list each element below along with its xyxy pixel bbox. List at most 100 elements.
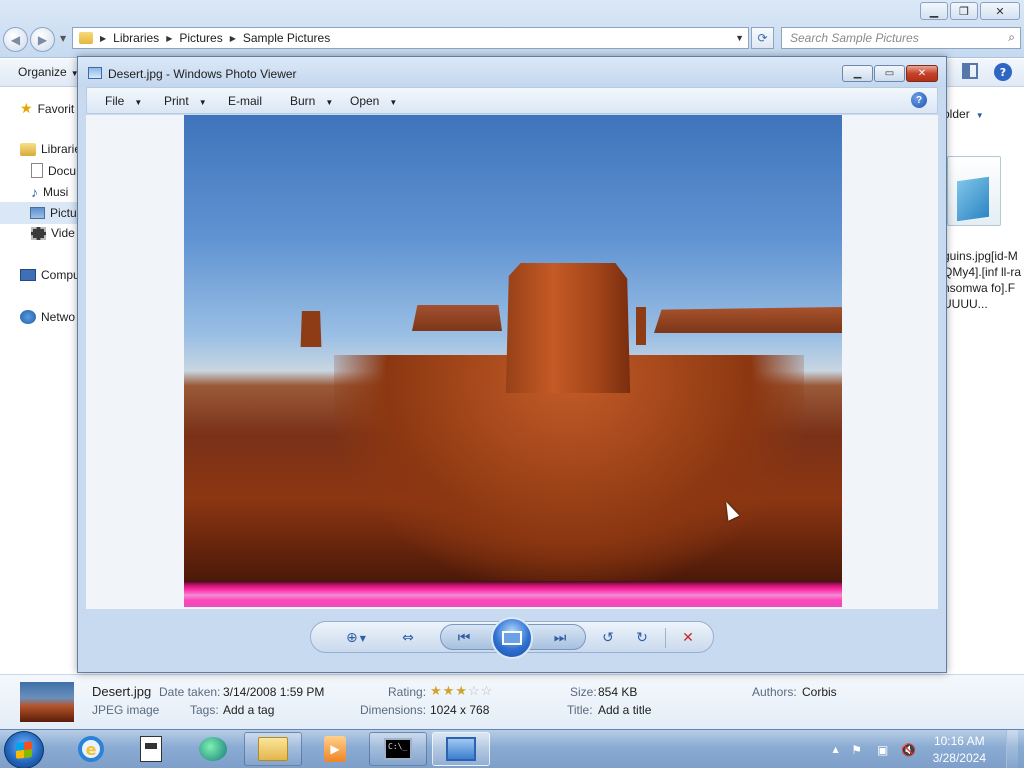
chevron-right-icon[interactable]: ▶ — [166, 34, 172, 43]
authors-value[interactable]: Corbis — [802, 685, 837, 699]
volume-muted-icon[interactable]: 🔇 — [901, 743, 917, 757]
nav-item-pictures[interactable]: Pictu — [0, 202, 80, 224]
nav-item-libraries[interactable]: Librarie — [20, 142, 81, 156]
zoom-icon[interactable]: ⊕ ▼ — [339, 628, 373, 648]
menu-open[interactable]: Open ▼ — [350, 94, 397, 108]
nav-item-computer[interactable]: Compu — [20, 268, 80, 282]
maximize-button[interactable]: ❐ — [950, 2, 978, 20]
back-button[interactable]: ◀ — [3, 27, 28, 52]
address-dropdown-icon[interactable]: ▼ — [735, 33, 744, 43]
documents-icon — [31, 163, 43, 178]
previous-icon[interactable]: ⏮ — [453, 628, 475, 648]
navigation-pane: ★ Favorit Librarie Docu ♪ Musi Pictu Vid… — [0, 88, 81, 674]
nav-item-music[interactable]: ♪ Musi — [31, 184, 68, 200]
photo-viewer-icon — [88, 67, 102, 79]
organize-menu[interactable]: Organize ▼ — [18, 65, 79, 79]
minimize-button[interactable]: ▁ — [920, 2, 948, 20]
breadcrumb-sample-pictures[interactable]: Sample Pictures — [243, 31, 330, 45]
chevron-right-icon[interactable]: ▶ — [230, 34, 236, 43]
preview-pane-icon[interactable] — [962, 63, 978, 79]
slideshow-icon[interactable] — [491, 617, 533, 659]
help-icon[interactable]: ? — [994, 63, 1012, 81]
nav-label: Pictu — [50, 206, 77, 220]
next-icon[interactable]: ⏭ — [549, 628, 571, 648]
close-button[interactable]: ✕ — [980, 2, 1020, 20]
taskbar-photo-viewer[interactable] — [432, 732, 490, 766]
rating-stars[interactable]: ★★★☆☆ — [430, 683, 493, 699]
search-input[interactable]: Search Sample Pictures ⌕ — [781, 27, 1021, 49]
action-center-flag-icon[interactable]: ⚑ — [849, 743, 865, 757]
close-button[interactable]: ✕ — [906, 65, 938, 82]
size-label: Size: — [570, 685, 597, 699]
menu-label: Print — [164, 94, 189, 108]
taskbar-media-center[interactable] — [184, 732, 242, 766]
forward-button[interactable]: ▶ — [30, 27, 55, 52]
dimensions-label: Dimensions: — [360, 703, 427, 717]
network-icon — [20, 310, 36, 324]
nav-item-documents[interactable]: Docu — [31, 163, 76, 178]
address-bar[interactable]: ▶ Libraries ▶ Pictures ▶ Sample Pictures… — [72, 27, 749, 49]
menu-print[interactable]: Print ▼ — [164, 94, 207, 108]
title-value[interactable]: Add a title — [598, 703, 651, 717]
help-icon[interactable]: ? — [911, 92, 927, 108]
star-icon[interactable]: ★ — [430, 683, 443, 698]
rotate-right-icon[interactable]: ↻ — [631, 628, 653, 648]
nav-item-videos[interactable]: Vide — [31, 226, 75, 240]
nav-item-network[interactable]: Netwo — [20, 310, 75, 324]
network-tray-icon[interactable]: ▣ — [875, 743, 891, 757]
music-icon: ♪ — [31, 184, 38, 200]
taskbar-media-player[interactable]: ▶ — [306, 732, 364, 766]
windows-logo-icon — [16, 741, 32, 759]
maximize-button[interactable]: ▭ — [874, 65, 905, 82]
taskbar-command-prompt[interactable]: C:\_ — [369, 732, 427, 766]
taskbar-explorer[interactable] — [244, 732, 302, 766]
breadcrumb-libraries[interactable]: Libraries — [113, 31, 159, 45]
breadcrumb-pictures[interactable]: Pictures — [179, 31, 222, 45]
file-name-label[interactable]: guins.jpg[id-MQMy4].[inf ll-ransomwa fo]… — [943, 248, 1023, 312]
show-desktop-button[interactable] — [1006, 730, 1018, 768]
date-taken-value[interactable]: 3/14/2008 1:59 PM — [223, 685, 324, 699]
taskbar: e ▶ C:\_ ▲ ⚑ ▣ 🔇 10:16 AM 3/28/2024 — [0, 729, 1024, 768]
cmd-text: C:\_ — [388, 742, 408, 751]
chevron-down-icon: ▼ — [325, 98, 334, 107]
photo-butte-left — [300, 311, 322, 347]
photo-viewer-titlebar[interactable]: Desert.jpg - Windows Photo Viewer ▁ ▭ ✕ — [78, 57, 946, 87]
clock[interactable]: 10:16 AM 3/28/2024 — [933, 733, 986, 767]
size-value: 854 KB — [598, 685, 638, 699]
document-icon — [140, 736, 162, 762]
search-icon[interactable]: ⌕ — [1008, 30, 1015, 45]
chevron-right-icon[interactable]: ▶ — [100, 34, 106, 43]
photo-mesa-distant-right — [654, 307, 842, 333]
menu-email[interactable]: E-mail — [228, 94, 262, 108]
refresh-button[interactable]: ⟳ — [751, 27, 774, 49]
nav-buttons: ◀ ▶ — [3, 27, 55, 52]
rotate-left-icon[interactable]: ↺ — [597, 628, 619, 648]
chevron-down-icon: ▼ — [389, 98, 398, 107]
star-icon[interactable]: ★ — [443, 683, 456, 698]
slideshow-screen-icon — [502, 631, 522, 645]
menu-file[interactable]: File ▼ — [105, 94, 142, 108]
desert-photo[interactable] — [184, 115, 842, 607]
details-pane: Desert.jpg JPEG image Date taken: 3/14/2… — [0, 674, 1024, 729]
details-filetype: JPEG image — [92, 703, 160, 717]
nav-item-favorites[interactable]: ★ Favorit — [20, 100, 74, 117]
show-hidden-icons-icon[interactable]: ▲ — [832, 745, 838, 754]
star-empty-icon[interactable]: ☆ — [481, 683, 494, 698]
new-folder-button[interactable]: older ▼ — [943, 107, 984, 121]
nav-label: Docu — [48, 163, 77, 178]
window-title: Desert.jpg - Windows Photo Viewer — [108, 67, 297, 81]
start-button[interactable] — [4, 731, 44, 768]
taskbar-internet-explorer[interactable]: e — [62, 732, 120, 766]
delete-icon[interactable]: ✕ — [677, 628, 699, 648]
tags-value[interactable]: Add a tag — [223, 703, 274, 717]
photo-mesa-distant-left — [412, 305, 502, 331]
recent-pages-dropdown-icon[interactable]: ▼ — [60, 34, 66, 43]
minimize-button[interactable]: ▁ — [842, 65, 873, 82]
menu-burn[interactable]: Burn ▼ — [290, 94, 333, 108]
star-empty-icon[interactable]: ☆ — [468, 683, 481, 698]
taskbar-document-app[interactable] — [122, 732, 180, 766]
details-thumbnail — [20, 682, 74, 722]
file-thumbnail[interactable] — [947, 156, 1001, 226]
star-icon[interactable]: ★ — [455, 683, 468, 698]
actual-size-icon[interactable]: ⇔ — [397, 628, 419, 648]
